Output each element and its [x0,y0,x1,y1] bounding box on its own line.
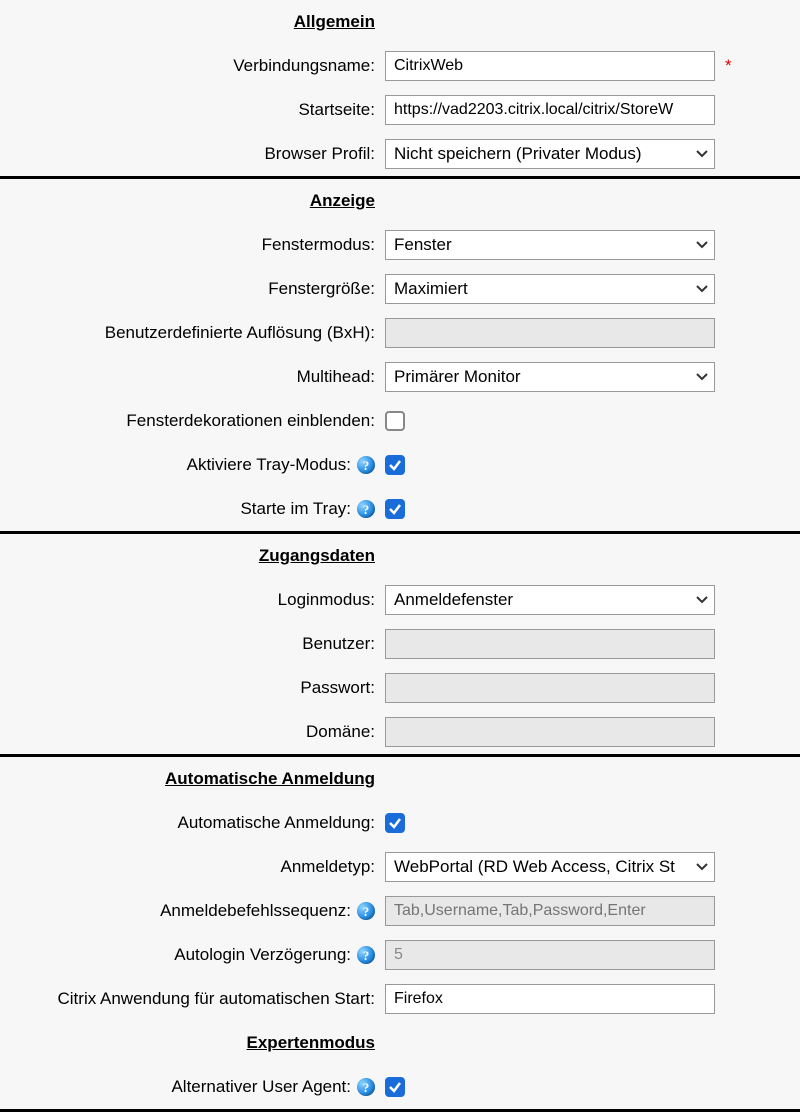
login-seq-input [385,896,715,926]
window-size-select[interactable]: Maximiert [385,274,715,304]
password-label: Passwort: [300,678,375,698]
section-display: Anzeige [310,187,375,214]
decorations-checkbox[interactable] [385,411,405,431]
login-mode-select[interactable]: Anmeldefenster [385,585,715,615]
multihead-value: Primärer Monitor [394,367,521,387]
login-mode-value: Anmeldefenster [394,590,513,610]
decorations-label: Fensterdekorationen einblenden: [126,411,375,431]
tray-mode-label: Aktiviere Tray-Modus: [187,455,351,475]
window-mode-label: Fenstermodus: [262,235,375,255]
required-mark: * [725,56,732,75]
start-tray-checkbox[interactable] [385,499,405,519]
alt-ua-checkbox[interactable] [385,1077,405,1097]
login-type-value: WebPortal (RD Web Access, Citrix St [394,857,675,877]
chevron-down-icon [696,373,708,381]
section-expert: Expertenmodus [247,1029,375,1056]
help-icon[interactable]: ? [357,500,375,518]
login-type-label: Anmeldetyp: [281,857,376,877]
connection-name-label: Verbindungsname: [233,56,375,76]
domain-input [385,717,715,747]
help-icon[interactable]: ? [357,946,375,964]
alt-ua-label: Alternativer User Agent: [171,1077,351,1097]
startpage-label: Startseite: [298,100,375,120]
help-icon[interactable]: ? [357,456,375,474]
chevron-down-icon [696,241,708,249]
chevron-down-icon [696,285,708,293]
login-seq-label: Anmeldebefehlssequenz: [160,901,351,921]
citrix-app-label: Citrix Anwendung für automatischen Start… [58,989,376,1009]
start-tray-label: Starte im Tray: [240,499,351,519]
section-credentials: Zugangsdaten [259,542,375,569]
domain-label: Domäne: [306,722,375,742]
window-size-value: Maximiert [394,279,468,299]
browser-profile-value: Nicht speichern (Privater Modus) [394,144,642,164]
custom-res-input [385,318,715,348]
section-autologin: Automatische Anmeldung [165,765,375,792]
startpage-input[interactable] [385,95,715,125]
multihead-label: Multihead: [297,367,375,387]
window-mode-value: Fenster [394,235,452,255]
autologin-delay-input [385,940,715,970]
password-input [385,673,715,703]
citrix-app-input[interactable] [385,984,715,1014]
tray-mode-checkbox[interactable] [385,455,405,475]
user-input [385,629,715,659]
window-size-label: Fenstergröße: [268,279,375,299]
browser-profile-label: Browser Profil: [264,144,375,164]
login-mode-label: Loginmodus: [278,590,375,610]
chevron-down-icon [696,863,708,871]
login-type-select[interactable]: WebPortal (RD Web Access, Citrix St [385,852,715,882]
chevron-down-icon [696,596,708,604]
help-icon[interactable]: ? [357,1078,375,1096]
custom-res-label: Benutzerdefinierte Auflösung (BxH): [105,323,375,343]
autologin-delay-label: Autologin Verzögerung: [174,945,351,965]
browser-profile-select[interactable]: Nicht speichern (Privater Modus) [385,139,715,169]
multihead-select[interactable]: Primärer Monitor [385,362,715,392]
connection-name-input[interactable] [385,51,715,81]
help-icon[interactable]: ? [357,902,375,920]
section-general: Allgemein [294,8,375,35]
auto-login-checkbox[interactable] [385,813,405,833]
auto-login-label: Automatische Anmeldung: [177,813,375,833]
window-mode-select[interactable]: Fenster [385,230,715,260]
user-label: Benutzer: [302,634,375,654]
chevron-down-icon [696,150,708,158]
